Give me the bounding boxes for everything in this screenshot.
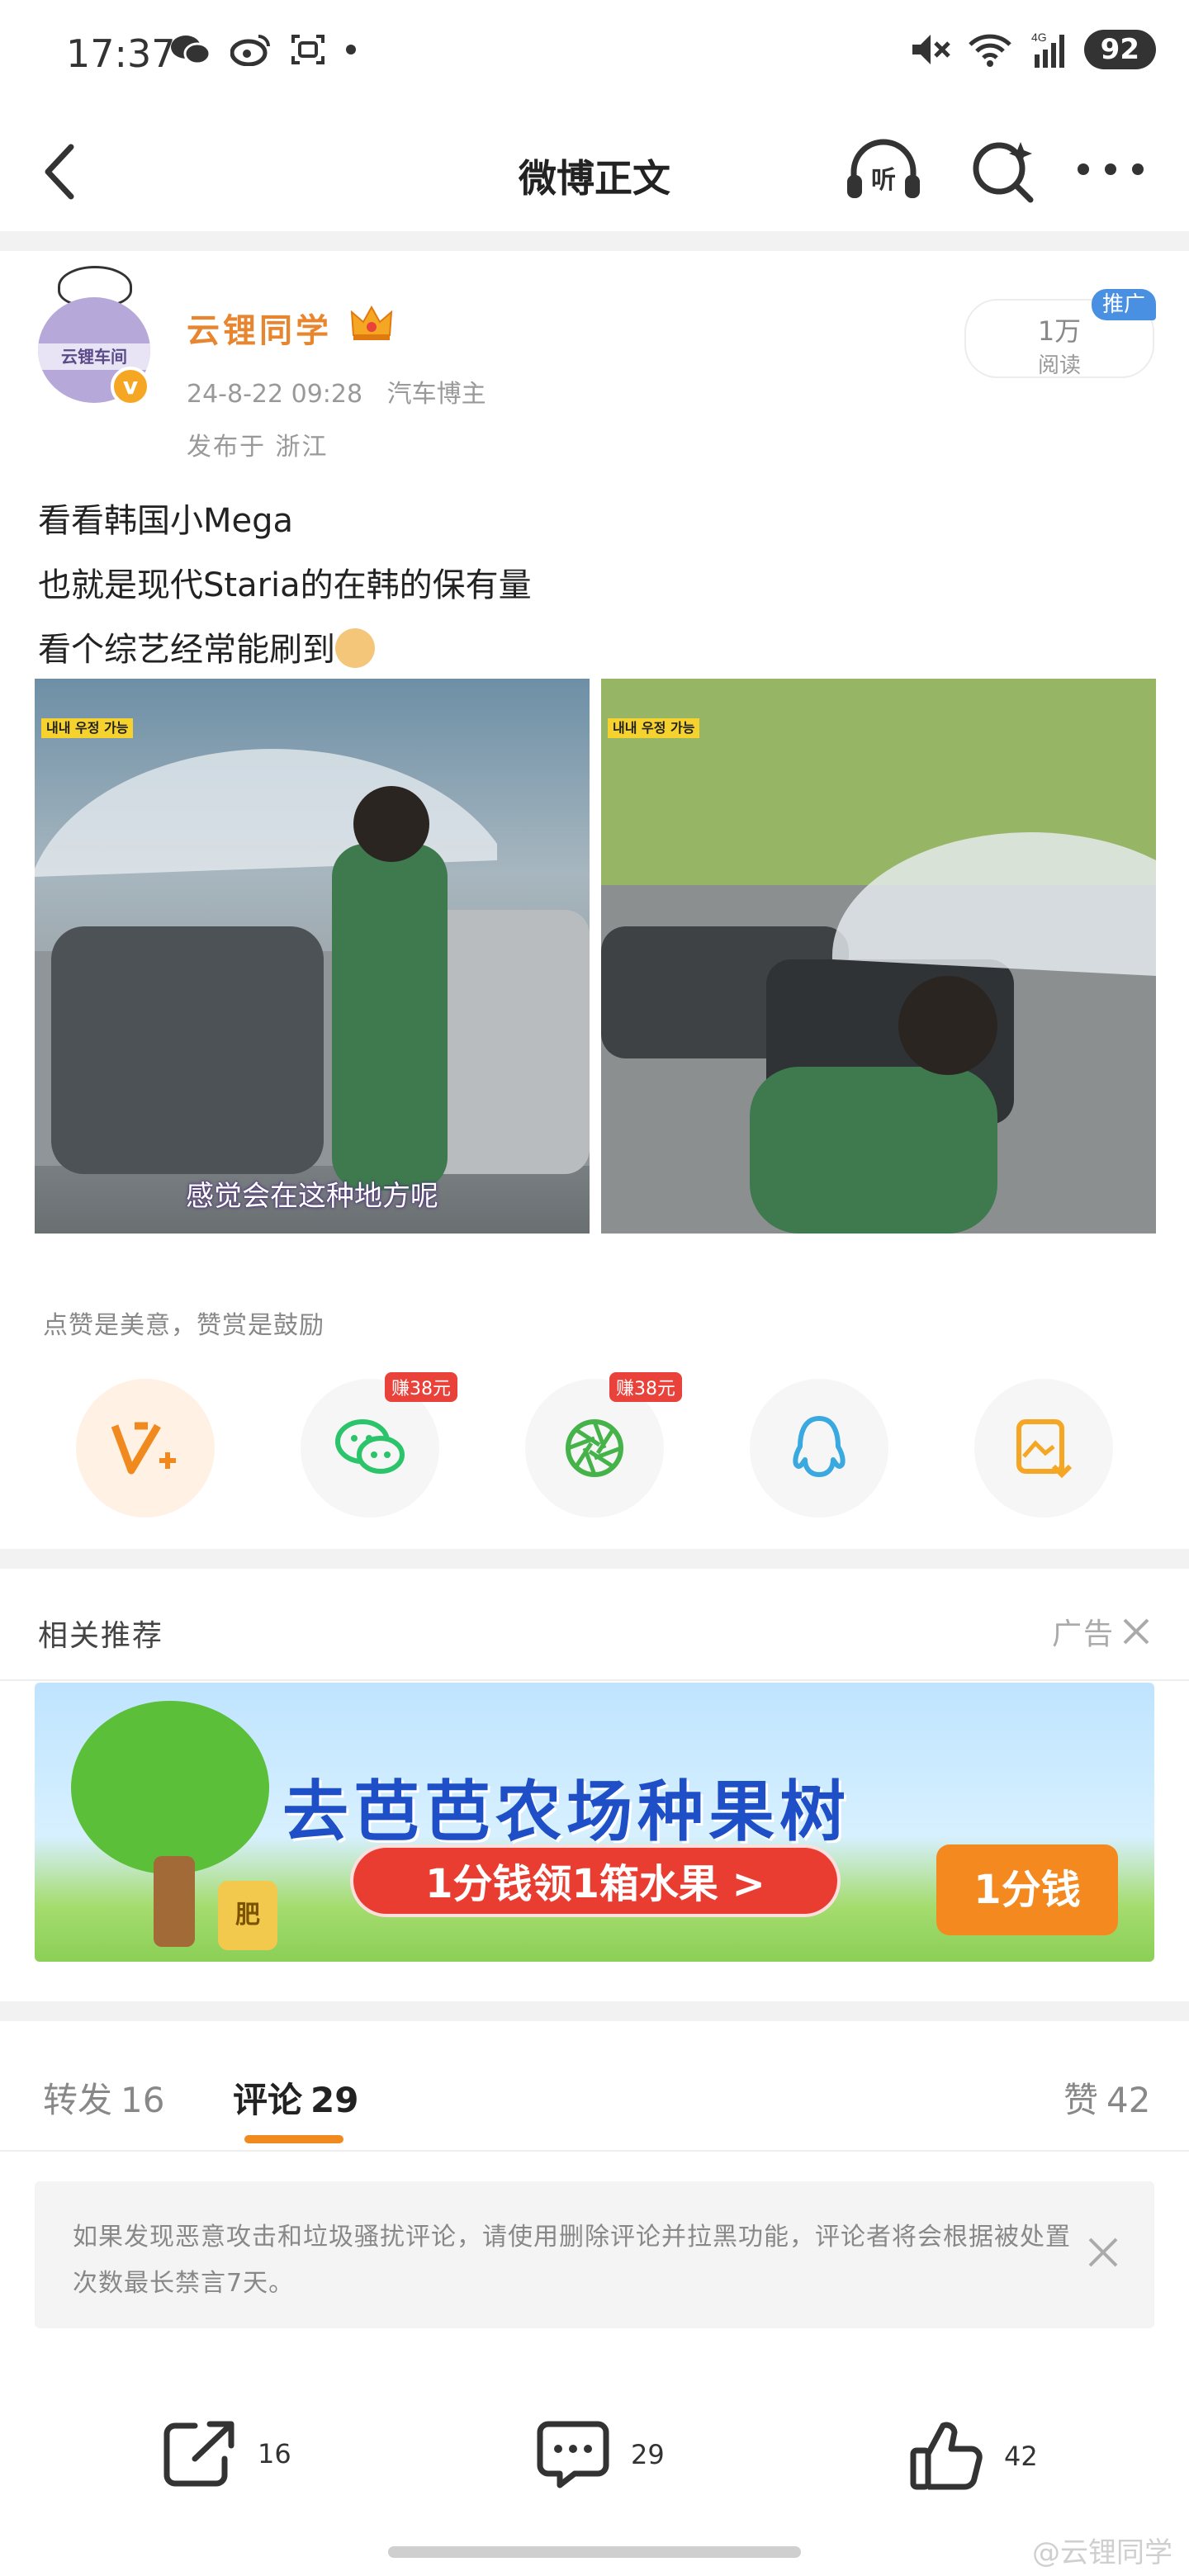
ad-label[interactable]: 广告	[1052, 1610, 1151, 1653]
status-time: 17:37	[66, 31, 176, 76]
ad-price-tag: 1分钱	[936, 1844, 1118, 1935]
image-subtitle: 感觉会在这种地方呢	[186, 1180, 438, 1213]
tree-trunk-graphic	[154, 1856, 195, 1947]
scan-notification-icon	[291, 35, 324, 64]
tab-count: 16	[121, 2080, 165, 2120]
qq-penguin-icon	[793, 1416, 846, 1477]
status-bar: 17:37 4G 92	[0, 0, 1189, 107]
dot-icon	[346, 45, 356, 54]
comment-button[interactable]: 29	[535, 2419, 665, 2490]
listen-label: 听	[871, 166, 896, 195]
post-line: 看个综艺经常能刷到	[38, 618, 532, 682]
search-icon[interactable]	[966, 134, 1040, 205]
post-date: 24-8-22 09:28	[187, 380, 363, 409]
vip-crown-icon	[350, 305, 393, 340]
repost-share-icon	[163, 2421, 234, 2487]
top-nav-bar: 微博正文 听	[0, 116, 1189, 223]
tab-like[interactable]: 赞 42	[1063, 2072, 1150, 2123]
tab-count: 29	[310, 2080, 359, 2120]
mute-icon	[912, 35, 950, 64]
reward-v-plus-icon	[111, 1422, 176, 1475]
author-name[interactable]: 云锂同学	[187, 304, 332, 352]
post-image[interactable]: 내내 우정 가능 感觉会在这种地方呢	[35, 679, 590, 1234]
verified-badge-icon: v	[111, 367, 150, 406]
tab-label: 转发	[43, 2080, 113, 2120]
moments-aperture-icon	[566, 1419, 623, 1477]
watermark: @云锂同学	[1032, 2536, 1172, 2569]
post-location: 发布于 浙江	[187, 433, 329, 462]
svg-text:4G: 4G	[1031, 31, 1047, 44]
tree-graphic	[71, 1701, 269, 1874]
comment-notice: 如果发现恶意攻击和垃圾骚扰评论，请使用删除评论并拉黑功能，评论者将会根据被处置次…	[35, 2181, 1154, 2328]
tab-repost[interactable]: 转发 16	[43, 2072, 164, 2123]
post-meta: 24-8-22 09:28 汽车博主	[187, 373, 503, 410]
fertilizer-bag-label: 肥	[218, 1881, 277, 1950]
read-label: 阅读	[1037, 353, 1081, 378]
active-tab-indicator	[244, 2135, 343, 2143]
ad-label-text: 广告	[1051, 1617, 1115, 1651]
more-options-icon[interactable]	[1073, 157, 1148, 182]
ad-cta-button[interactable]: 1分钱领1箱水果 >	[350, 1844, 841, 1917]
divider	[0, 1679, 1189, 1681]
divider	[0, 2150, 1189, 2152]
comment-bubble-icon	[537, 2421, 609, 2488]
image-caption-tag: 내내 우정 가능	[41, 718, 134, 738]
tab-count: 42	[1106, 2080, 1151, 2120]
save-image-button[interactable]	[974, 1379, 1113, 1518]
wifi-icon	[968, 34, 1011, 67]
tab-label: 评论	[233, 2080, 303, 2120]
interaction-tabs: 转发 16 评论 29 赞 42	[0, 2023, 1189, 2147]
notice-text: 如果发现恶意攻击和垃圾骚扰评论，请使用删除评论并拉黑功能，评论者将会根据被处置次…	[73, 2223, 1071, 2298]
save-image-icon	[1016, 1419, 1073, 1479]
ad-banner[interactable]: 肥 去芭芭农场种果树 1分钱领1箱水果 > 1分钱	[35, 1683, 1154, 1962]
share-row: 赚38元 赚38元	[0, 1372, 1189, 1519]
post-image[interactable]: 내내 우정 가능	[601, 679, 1156, 1234]
post-line: 看看韩国小Mega	[38, 502, 294, 540]
close-icon[interactable]	[1085, 2234, 1121, 2271]
image-caption-tag: 내내 우정 가능	[608, 718, 700, 738]
listen-headphone-icon[interactable]: 听	[842, 134, 925, 205]
share-moments-button[interactable]: 赚38元	[525, 1372, 682, 1518]
share-wechat-button[interactable]: 赚38元	[301, 1372, 457, 1518]
promo-badge: 推广	[1092, 289, 1156, 320]
weibo-notification-icon	[230, 35, 270, 66]
thumbs-up-icon	[910, 2422, 983, 2490]
repost-count: 16	[258, 2438, 291, 2469]
reward-button[interactable]	[76, 1379, 215, 1518]
wechat-icon	[335, 1419, 405, 1474]
home-indicator[interactable]	[388, 2546, 801, 2558]
post-line-text: 看个综艺经常能刷到	[38, 631, 335, 669]
like-button[interactable]: 42	[908, 2419, 1038, 2493]
ad-headline: 去芭芭农场种果树	[282, 1773, 850, 1850]
avatar-label: 云锂车间	[38, 343, 150, 370]
divider	[0, 2001, 1189, 2021]
system-icons: 4G 92	[909, 30, 1156, 69]
cellular-signal-icon: 4G	[1031, 31, 1064, 68]
comment-count: 29	[631, 2439, 665, 2470]
post-source: 汽车博主	[386, 380, 486, 409]
notification-icons	[169, 33, 358, 66]
repost-button[interactable]: 16	[162, 2419, 291, 2488]
recommend-title: 相关推荐	[38, 1619, 164, 1653]
umbrella-scene-graphic	[35, 748, 590, 1191]
parking-lot-scene-graphic	[601, 679, 1156, 1234]
post-line: 也就是现代Staria的在韩的保有量	[38, 566, 532, 604]
tab-comment[interactable]: 评论 29	[233, 2072, 358, 2123]
share-qq-button[interactable]	[750, 1379, 888, 1518]
earn-badge: 赚38元	[385, 1372, 457, 1402]
wechat-notification-icon	[171, 36, 211, 65]
reward-note: 点赞是美意，赞赏是鼓励	[43, 1311, 324, 1340]
post-body: 看看韩国小Mega 也就是现代Staria的在韩的保有量 看个综艺经常能刷到	[38, 489, 532, 682]
earn-badge: 赚38元	[609, 1372, 682, 1402]
tab-label: 赞	[1063, 2080, 1099, 2120]
battery-indicator: 92	[1083, 30, 1156, 69]
doge-emoji-icon	[335, 628, 375, 668]
close-icon[interactable]	[1121, 1617, 1151, 1646]
like-count: 42	[1004, 2441, 1038, 2472]
divider	[0, 1549, 1189, 1569]
divider	[0, 231, 1189, 251]
